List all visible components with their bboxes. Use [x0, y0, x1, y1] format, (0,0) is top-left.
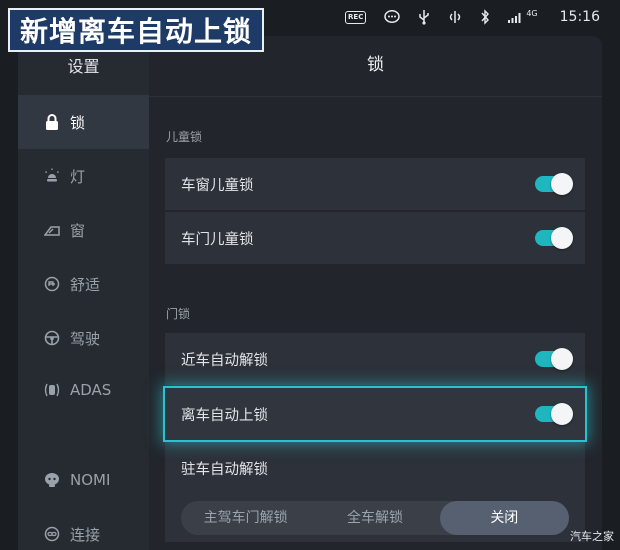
- setting-label: 近车自动解锁: [181, 352, 268, 369]
- recording-icon: REC: [345, 9, 367, 25]
- leave-lock-toggle[interactable]: [535, 403, 573, 425]
- park-unlock-segmented-control: 主驾车门解锁 全车解锁 关闭: [181, 501, 569, 535]
- sidebar-item-light[interactable]: 灯: [18, 149, 149, 203]
- steering-wheel-icon: [44, 330, 60, 346]
- section-label-child-lock: 儿童锁: [166, 130, 203, 144]
- sidebar-item-label: 窗: [70, 221, 86, 240]
- sidebar-item-comfort[interactable]: 舒适: [18, 257, 149, 311]
- setting-row-leave-lock: 离车自动上锁: [165, 388, 585, 440]
- setting-row-park-unlock: 驻车自动解锁: [165, 442, 585, 494]
- setting-label: 车门儿童锁: [181, 231, 254, 248]
- sidebar-item-label: ADAS: [70, 381, 112, 399]
- bluetooth-icon: [480, 9, 490, 25]
- clock: 15:16: [559, 9, 600, 25]
- option-driver-door-unlock[interactable]: 主驾车门解锁: [181, 501, 310, 535]
- sidebar-item-window[interactable]: 窗: [18, 203, 149, 257]
- network-type: 4G: [526, 9, 538, 18]
- sidebar-item-label: NOMI: [70, 471, 111, 489]
- park-unlock-options-container: 主驾车门解锁 全车解锁 关闭: [165, 494, 585, 542]
- sidebar-item-nomi[interactable]: NOMI: [18, 453, 149, 507]
- sidebar-item-label: 连接: [70, 525, 101, 544]
- settings-window: 设置 锁 灯 窗 舒适 驾驶 ADAS NOMI 连接 锁 儿童锁 车窗儿童锁 …: [18, 36, 602, 550]
- sidebar-item-label: 灯: [70, 167, 86, 186]
- link-icon: [44, 526, 60, 542]
- sidebar-item-driving[interactable]: 驾驶: [18, 311, 149, 365]
- option-off[interactable]: 关闭: [439, 501, 569, 535]
- window-child-lock-toggle[interactable]: [535, 173, 573, 195]
- sidebar-item-label: 驾驶: [70, 329, 101, 348]
- setting-row-door-child-lock: 车门儿童锁: [165, 212, 585, 264]
- comfort-icon: [44, 276, 60, 292]
- sidebar-item-lock[interactable]: 锁: [18, 95, 149, 149]
- window-icon: [44, 222, 60, 238]
- toggle-knob: [551, 403, 573, 425]
- sound-icon: [448, 9, 462, 25]
- sidebar-item-connect[interactable]: 连接: [18, 507, 149, 550]
- usb-icon: [418, 9, 430, 25]
- light-icon: [44, 168, 60, 184]
- lock-settings-panel: 锁 儿童锁 车窗儿童锁 车门儿童锁 门锁 近车自动解锁 离车自动上锁 驻车自动解…: [149, 36, 602, 550]
- setting-label: 驻车自动解锁: [181, 461, 268, 478]
- rec-label: REC: [345, 10, 367, 24]
- toggle-knob: [551, 173, 573, 195]
- caption-badge: 新增离车自动上锁: [8, 8, 265, 52]
- setting-row-window-child-lock: 车窗儿童锁: [165, 158, 585, 210]
- lock-icon: [44, 114, 60, 130]
- door-child-lock-toggle[interactable]: [535, 227, 573, 249]
- section-label-door-lock: 门锁: [166, 307, 191, 321]
- signal-icon: 4G: [508, 9, 538, 25]
- watermark: 汽车之家: [570, 530, 614, 543]
- sidebar: 设置 锁 灯 窗 舒适 驾驶 ADAS NOMI 连接: [18, 36, 149, 550]
- nomi-icon: [44, 472, 60, 488]
- toggle-knob: [551, 348, 573, 370]
- toggle-knob: [551, 227, 573, 249]
- setting-label: 车窗儿童锁: [181, 177, 254, 194]
- sidebar-item-adas[interactable]: ADAS: [18, 363, 149, 417]
- message-icon: [384, 9, 401, 25]
- approach-unlock-toggle[interactable]: [535, 348, 573, 370]
- option-all-unlock[interactable]: 全车解锁: [310, 501, 439, 535]
- setting-row-approach-unlock: 近车自动解锁: [165, 333, 585, 385]
- sidebar-item-label: 舒适: [70, 275, 101, 294]
- adas-icon: [44, 382, 60, 398]
- setting-label: 离车自动上锁: [181, 407, 268, 424]
- sidebar-item-label: 锁: [70, 113, 86, 132]
